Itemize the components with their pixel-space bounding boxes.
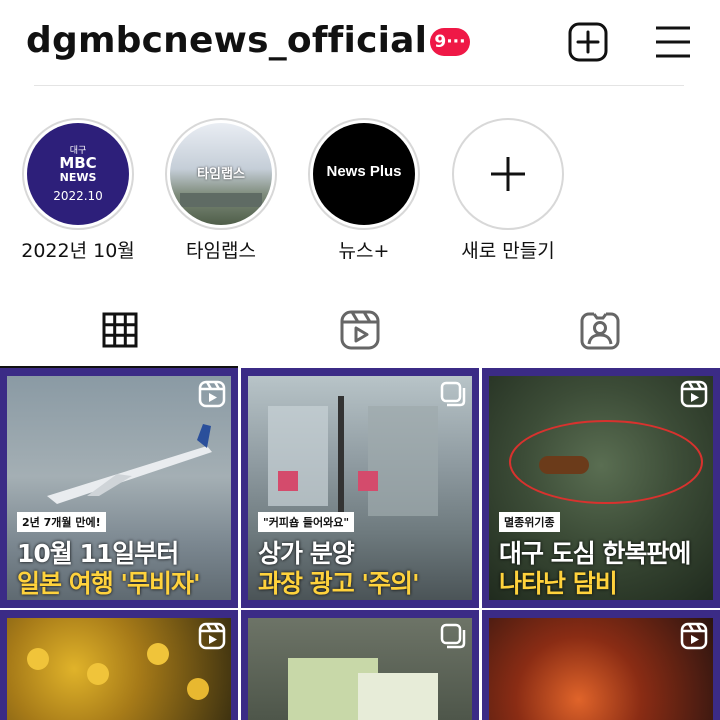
reels-icon — [198, 380, 226, 408]
posts-grid: 2년 7개월 만에! 10월 11일부터 일본 여행 '무비자' "커피숍 들어… — [0, 368, 720, 720]
highlight-ring: 대구 MBC NEWS 2022.10 — [22, 118, 134, 230]
highlight-ring: News Plus — [308, 118, 420, 230]
highlight-ring — [452, 118, 564, 230]
tagged-person-icon — [580, 312, 620, 350]
grid-icon — [102, 312, 138, 348]
post-tag: 2년 7개월 만에! — [17, 512, 106, 532]
post-tile[interactable] — [241, 610, 479, 720]
profile-username[interactable]: dgmbcnews_official — [26, 20, 427, 61]
plus-square-icon — [568, 22, 608, 62]
post-tile[interactable] — [482, 610, 720, 720]
reels-icon — [198, 622, 226, 650]
post-headline-highlight: 과장 광고 '주의' — [258, 569, 420, 598]
reels-icon — [340, 310, 380, 350]
highlight-cover: News Plus — [313, 123, 415, 225]
highlight-ring: 타임랩스 — [165, 118, 277, 230]
post-tile[interactable]: "커피숍 들어와요" 상가 분양 과장 광고 '주의' — [241, 368, 479, 608]
cover-text: News Plus — [326, 163, 402, 180]
create-post-button[interactable] — [568, 22, 608, 62]
highlight-timelapse[interactable]: 타임랩스 타임랩스 — [165, 118, 277, 262]
highlight-cover: 대구 MBC NEWS 2022.10 — [27, 123, 129, 225]
post-tag: "커피숍 들어와요" — [258, 512, 355, 532]
hamburger-menu-icon — [656, 26, 690, 58]
post-tag: 멸종위기종 — [499, 512, 560, 532]
post-tile[interactable] — [0, 610, 238, 720]
highlight-cover: 타임랩스 — [170, 123, 272, 225]
tab-grid[interactable] — [0, 292, 240, 368]
post-photo: "커피숍 들어와요" 상가 분양 과장 광고 '주의' — [248, 376, 472, 600]
reels-icon — [680, 622, 708, 650]
highlight-2022-10[interactable]: 대구 MBC NEWS 2022.10 2022년 10월 — [21, 118, 135, 262]
carousel-icon — [440, 381, 466, 407]
tab-tagged[interactable] — [480, 292, 720, 368]
reels-icon — [680, 380, 708, 408]
profile-header: dgmbcnews_official 9··· — [0, 0, 720, 86]
post-headline-highlight: 나타난 담비 — [499, 569, 618, 598]
profile-tabs — [0, 292, 720, 368]
story-highlights: 대구 MBC NEWS 2022.10 2022년 10월 타임랩스 타임랩스 … — [0, 118, 720, 268]
plus-icon — [491, 157, 525, 191]
cover-text: 타임랩스 — [197, 167, 245, 182]
post-tile[interactable]: 멸종위기종 대구 도심 한복판에 나타난 담비 — [482, 368, 720, 608]
highlight-news-plus[interactable]: News Plus 뉴스+ — [308, 118, 420, 262]
cover-text: NEWS — [59, 171, 97, 184]
post-photo: 멸종위기종 대구 도심 한복판에 나타난 담비 — [489, 376, 713, 600]
post-photo: 2년 7개월 만에! 10월 11일부터 일본 여행 '무비자' — [7, 376, 231, 600]
post-tile[interactable]: 2년 7개월 만에! 10월 11일부터 일본 여행 '무비자' — [0, 368, 238, 608]
cover-text: MBC — [59, 154, 97, 172]
carousel-icon — [440, 623, 466, 649]
post-headline-highlight: 일본 여행 '무비자' — [17, 569, 201, 598]
highlight-new[interactable]: 새로 만들기 — [452, 118, 564, 262]
cover-text: 2022.10 — [53, 189, 103, 203]
highlight-label: 새로 만들기 — [461, 240, 555, 262]
highlight-circle — [509, 420, 703, 504]
notification-badge[interactable]: 9··· — [430, 28, 470, 56]
header-divider — [34, 85, 684, 86]
menu-button[interactable] — [654, 24, 692, 60]
tab-reels[interactable] — [240, 292, 480, 368]
